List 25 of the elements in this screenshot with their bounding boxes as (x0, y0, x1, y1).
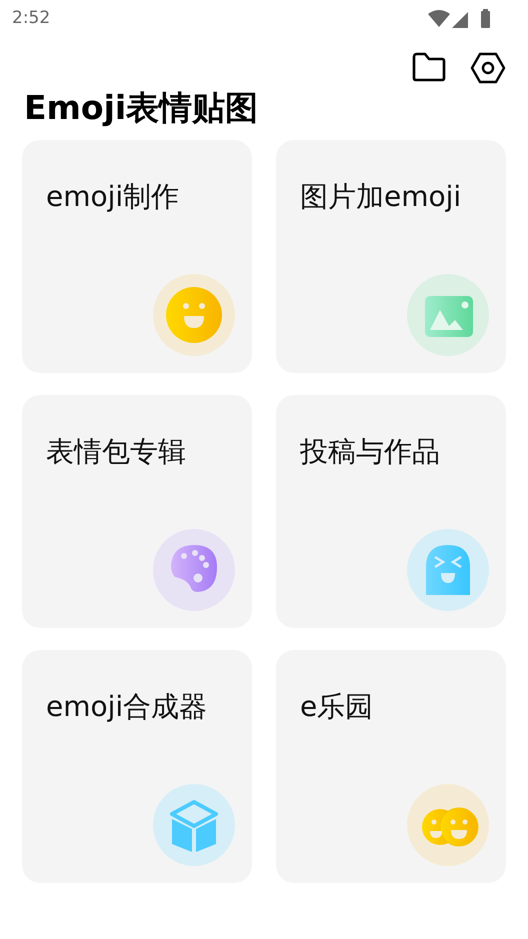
battery-icon (481, 9, 490, 28)
feature-card[interactable]: 图片加emoji (276, 140, 506, 373)
card-title: 表情包专辑 (46, 434, 186, 470)
signal-icon (452, 12, 468, 28)
card-title: emoji合成器 (46, 689, 208, 725)
feature-card[interactable]: emoji制作 (22, 140, 252, 373)
status-time: 2:52 (12, 8, 50, 28)
smiley-icon (153, 274, 235, 356)
page-title: Emoji表情贴图 (23, 87, 260, 129)
card-title: e乐园 (300, 689, 374, 725)
card-title: 图片加emoji (300, 179, 462, 215)
image-icon (407, 274, 489, 356)
feature-card[interactable]: emoji合成器 (22, 650, 252, 883)
feature-card[interactable]: e乐园 (276, 650, 506, 883)
feature-card[interactable]: 投稿与作品 (276, 395, 506, 628)
card-title: emoji制作 (46, 179, 180, 215)
settings-icon[interactable] (470, 52, 506, 84)
palette-icon (153, 529, 235, 611)
folder-icon[interactable] (412, 52, 446, 82)
feature-card[interactable]: 表情包专辑 (22, 395, 252, 628)
card-title: 投稿与作品 (300, 434, 440, 470)
ghost-icon (407, 529, 489, 611)
wifi-icon (428, 8, 450, 28)
cube-icon (153, 784, 235, 866)
smileys-icon (407, 784, 489, 866)
